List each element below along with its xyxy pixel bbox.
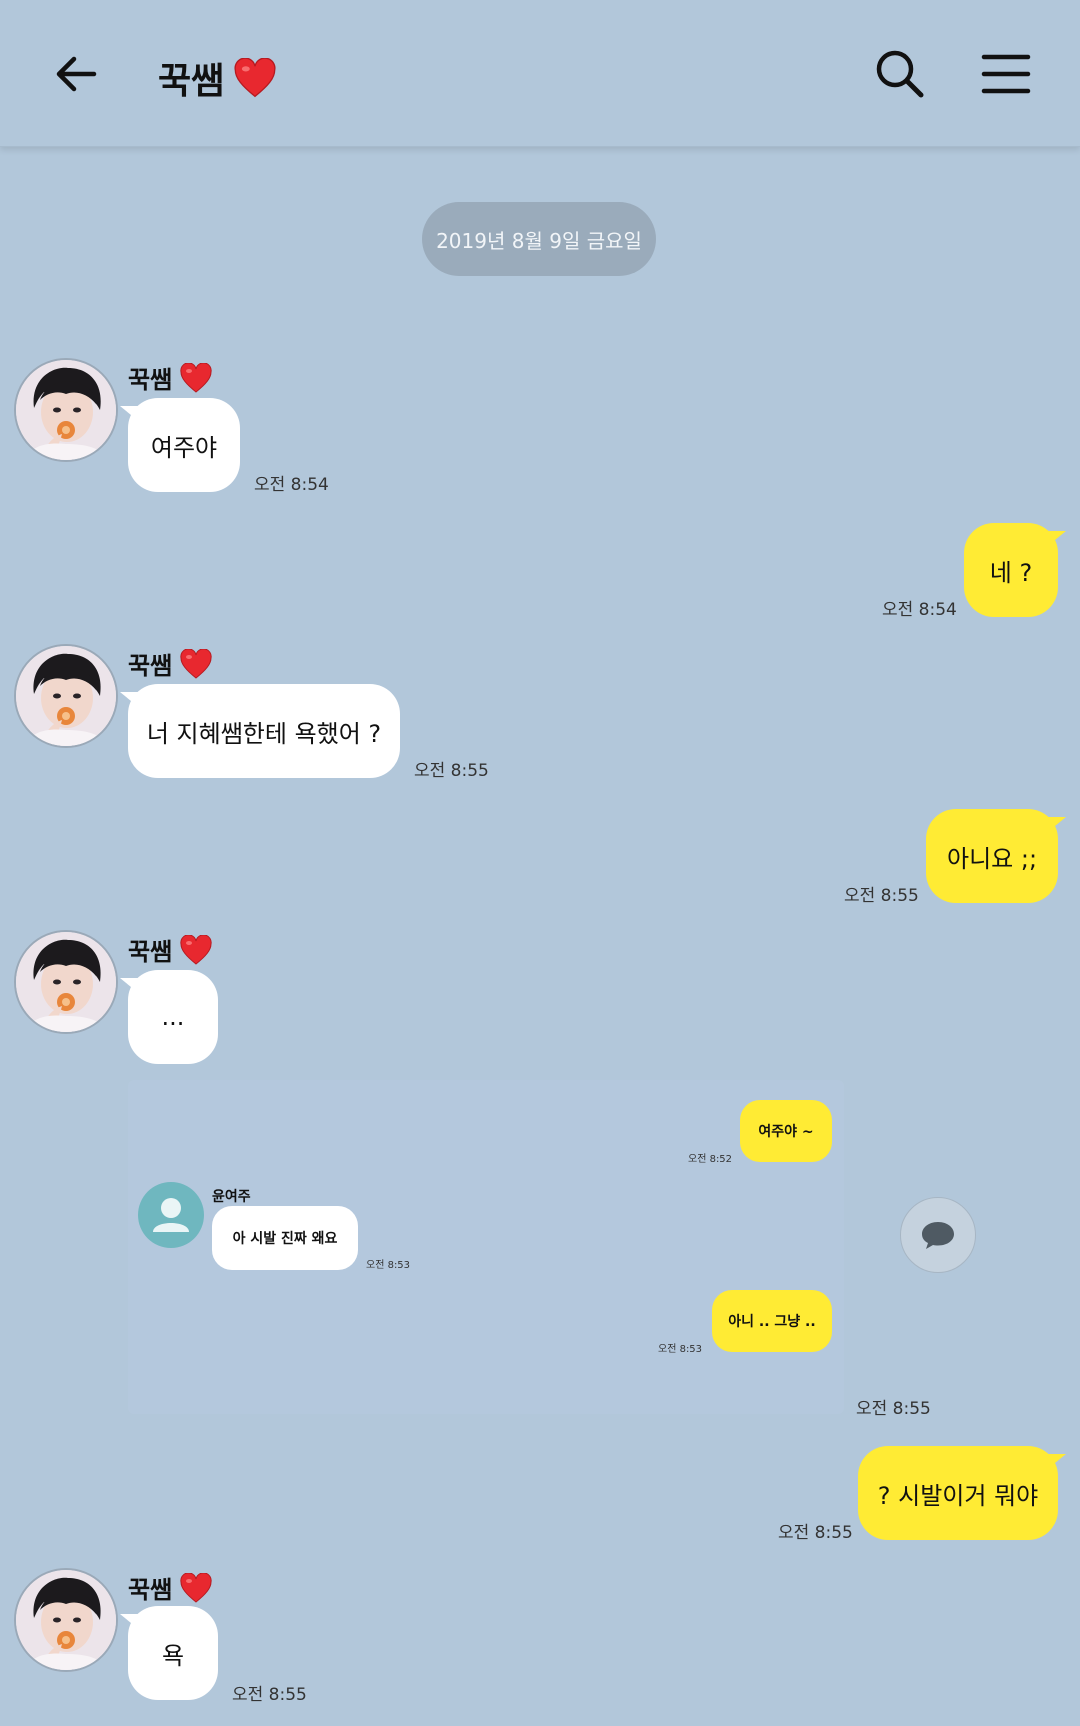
user-silhouette-icon bbox=[153, 1198, 189, 1232]
message-time: 오전 8:54 bbox=[254, 475, 329, 495]
embedded-avatar bbox=[138, 1182, 204, 1248]
message-bubble-incoming[interactable]: 너 지혜쌤한테 욕했어 ? bbox=[120, 684, 400, 778]
chat-title: 꾹쌤 bbox=[158, 52, 276, 104]
embedded-contact-name: 윤여주 bbox=[212, 1189, 251, 1205]
heart-emoji-icon bbox=[234, 58, 276, 98]
sender-name: 꾹쌤 bbox=[128, 646, 212, 681]
share-button[interactable] bbox=[900, 1197, 976, 1273]
profile-photo bbox=[16, 932, 116, 1032]
embedded-time: 오전 8:53 bbox=[658, 1344, 703, 1355]
message-bubble-outgoing[interactable]: 네 ? bbox=[964, 523, 1066, 617]
message-bubble-outgoing[interactable]: 아니요 ;; bbox=[926, 809, 1066, 903]
profile-photo bbox=[16, 360, 116, 460]
date-divider: 2019년 8월 9일 금요일 bbox=[422, 202, 656, 276]
profile-photo bbox=[16, 1570, 116, 1670]
message-time: 오전 8:55 bbox=[232, 1685, 307, 1705]
embedded-time: 오전 8:53 bbox=[366, 1260, 411, 1271]
message-bubble-incoming[interactable]: 여주야 bbox=[120, 398, 240, 492]
chat-header: 꾹쌤 bbox=[0, 0, 1080, 147]
profile-photo bbox=[16, 646, 116, 746]
menu-icon bbox=[981, 54, 1031, 94]
contact-avatar[interactable] bbox=[14, 1568, 118, 1672]
search-icon bbox=[876, 50, 924, 98]
message-bubble-incoming[interactable]: ... bbox=[120, 970, 218, 1064]
contact-avatar[interactable] bbox=[14, 358, 118, 462]
sender-name-text: 꾹쌤 bbox=[128, 1576, 173, 1604]
menu-button[interactable] bbox=[974, 42, 1038, 106]
contact-avatar[interactable] bbox=[14, 930, 118, 1034]
sender-name-text: 꾹쌤 bbox=[128, 366, 173, 394]
chat-title-text: 꾹쌤 bbox=[158, 61, 225, 102]
contact-avatar[interactable] bbox=[14, 644, 118, 748]
message-time: 오전 8:55 bbox=[844, 886, 919, 906]
message-bubble-incoming[interactable]: 욕 bbox=[120, 1606, 218, 1700]
message-time: 오전 8:55 bbox=[856, 1399, 931, 1419]
heart-emoji-icon bbox=[180, 363, 212, 393]
speech-bubble-icon bbox=[922, 1222, 954, 1249]
arrow-left-icon bbox=[56, 56, 97, 92]
search-button[interactable] bbox=[868, 42, 932, 106]
message-time: 오전 8:55 bbox=[778, 1523, 853, 1543]
embedded-bubble-incoming: 아 시발 진짜 왜요 bbox=[212, 1206, 358, 1270]
sender-name-text: 꾹쌤 bbox=[128, 652, 173, 680]
sender-name: 꾹쌤 bbox=[128, 360, 212, 395]
embedded-bubble-outgoing: 아니 .. 그냥 .. bbox=[712, 1290, 832, 1352]
sender-name: 꾹쌤 bbox=[128, 1570, 212, 1605]
heart-emoji-icon bbox=[180, 649, 212, 679]
message-time: 오전 8:55 bbox=[414, 761, 489, 781]
sender-name: 꾹쌤 bbox=[128, 932, 212, 967]
message-bubble-outgoing[interactable]: ? 시발이거 뭐야 bbox=[858, 1446, 1066, 1540]
shared-screenshot-image[interactable]: 여주야 ~ 오전 8:52 윤여주 아 시발 진짜 왜요 오전 8:53 아니 … bbox=[128, 1080, 844, 1414]
heart-emoji-icon bbox=[180, 935, 212, 965]
back-button[interactable] bbox=[44, 42, 108, 106]
heart-emoji-icon bbox=[180, 1573, 212, 1603]
sender-name-text: 꾹쌤 bbox=[128, 938, 173, 966]
embedded-time: 오전 8:52 bbox=[688, 1154, 733, 1165]
embedded-bubble-outgoing: 여주야 ~ bbox=[740, 1100, 832, 1162]
message-time: 오전 8:54 bbox=[882, 600, 957, 620]
